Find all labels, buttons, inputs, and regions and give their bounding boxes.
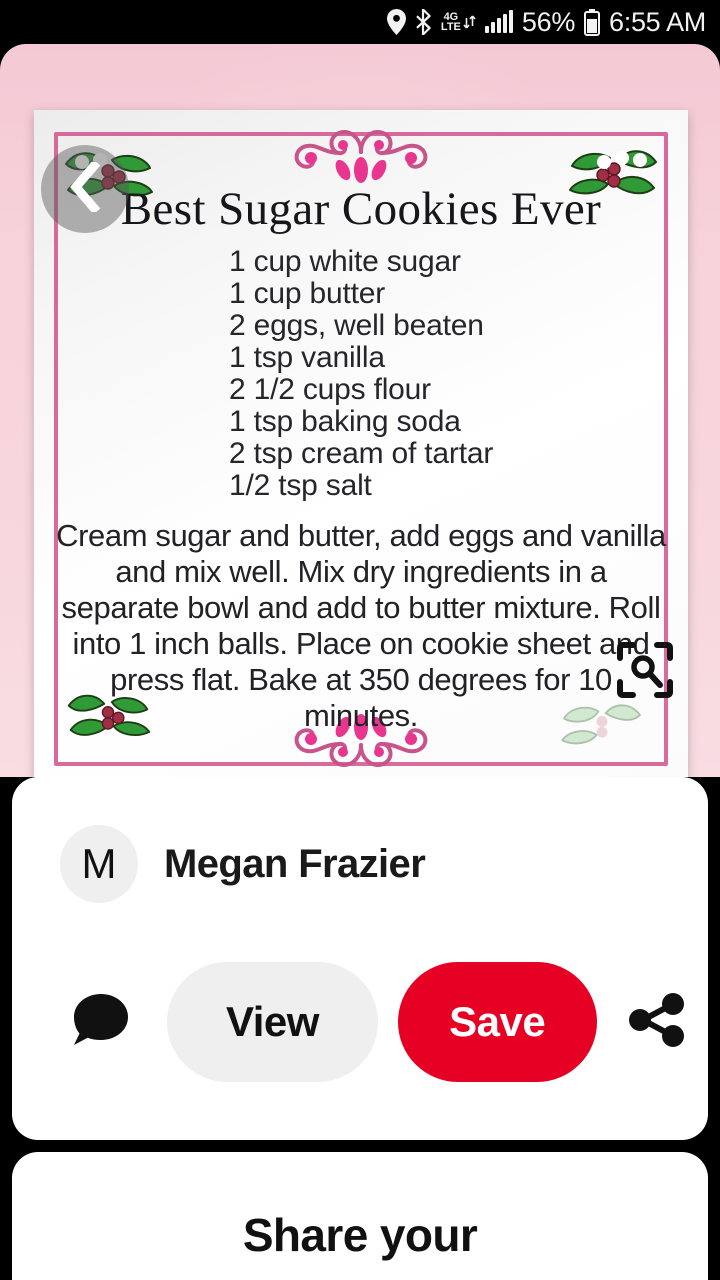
creator-name: Megan Frazier [164,841,426,886]
data-arrows-icon [463,15,476,29]
save-button-label: Save [449,998,546,1045]
ingredient-text: 2 tsp cream of tartar [228,437,494,470]
avatar[interactable]: M [60,825,138,903]
recipe-ingredients-list: 1 cup white sugar 1 cup butter 2 eggs, w… [34,246,688,502]
list-item: 2 tsp cream of tartar [34,438,688,470]
list-item: 1/2 tsp salt [34,470,688,502]
battery-icon [584,8,601,36]
avatar-initial: M [81,840,117,887]
battery-percent-label: 56% [521,6,576,37]
recipe-title: Best Sugar Cookies Ever [120,183,602,235]
clock-label: 6:55 AM [609,6,706,37]
list-item: 1 tsp vanilla [34,342,688,374]
ingredient-text: 1 cup white sugar [229,245,461,278]
save-button[interactable]: Save [397,962,597,1082]
ingredient-text: 1/2 tsp salt [229,469,372,502]
ingredient-text: 1 tsp vanilla [229,341,385,374]
list-item: 1 cup white sugar [34,246,688,278]
list-item: 2 1/2 cups flour [34,374,688,406]
lens-search-icon [616,641,674,704]
ingredient-text: 2 1/2 cups flour [229,373,431,406]
pin-action-card: M Megan Frazier View Save [12,777,708,1140]
bluetooth-icon [415,9,432,35]
phone-screen: 4G LTE 56% 6:55 AM Best Sugar Cookies Ev… [0,0,720,1280]
ingredient-text: 1 cup butter [229,277,386,310]
recipe-instructions: Cream sugar and butter, add eggs and van… [56,518,666,733]
recipe-image[interactable]: Best Sugar Cookies Ever 1 cup white suga… [34,110,688,777]
pin-image-area[interactable]: Best Sugar Cookies Ever 1 cup white suga… [0,44,720,777]
ingredient-text: 1 tsp baking soda [229,405,461,438]
pin-creator-row[interactable]: M Megan Frazier [60,825,426,903]
network-type-label: LTE [440,21,461,33]
chevron-left-icon [69,159,101,217]
list-item: 1 cup butter [34,278,688,310]
4g-lte-icon: 4G LTE [440,11,476,33]
share-icon [626,989,688,1056]
view-button[interactable]: View [167,962,378,1082]
comment-bubble-icon [70,991,132,1054]
view-button-label: View [225,998,319,1045]
back-button[interactable] [41,145,129,233]
visual-search-button[interactable] [614,641,676,703]
status-bar: 4G LTE 56% 6:55 AM [0,0,720,44]
share-button[interactable] [607,989,708,1056]
signal-bars-icon [484,10,513,33]
ingredient-text: 2 eggs, well beaten [229,309,484,342]
comment-button[interactable] [46,991,155,1054]
pin-actions-row: View Save [12,962,708,1082]
list-item: 1 tsp baking soda [34,406,688,438]
share-prompt-card[interactable]: Share your [12,1152,708,1280]
list-item: 2 eggs, well beaten [34,310,688,342]
location-pin-icon [386,9,406,35]
share-prompt-title: Share your [242,1209,478,1261]
